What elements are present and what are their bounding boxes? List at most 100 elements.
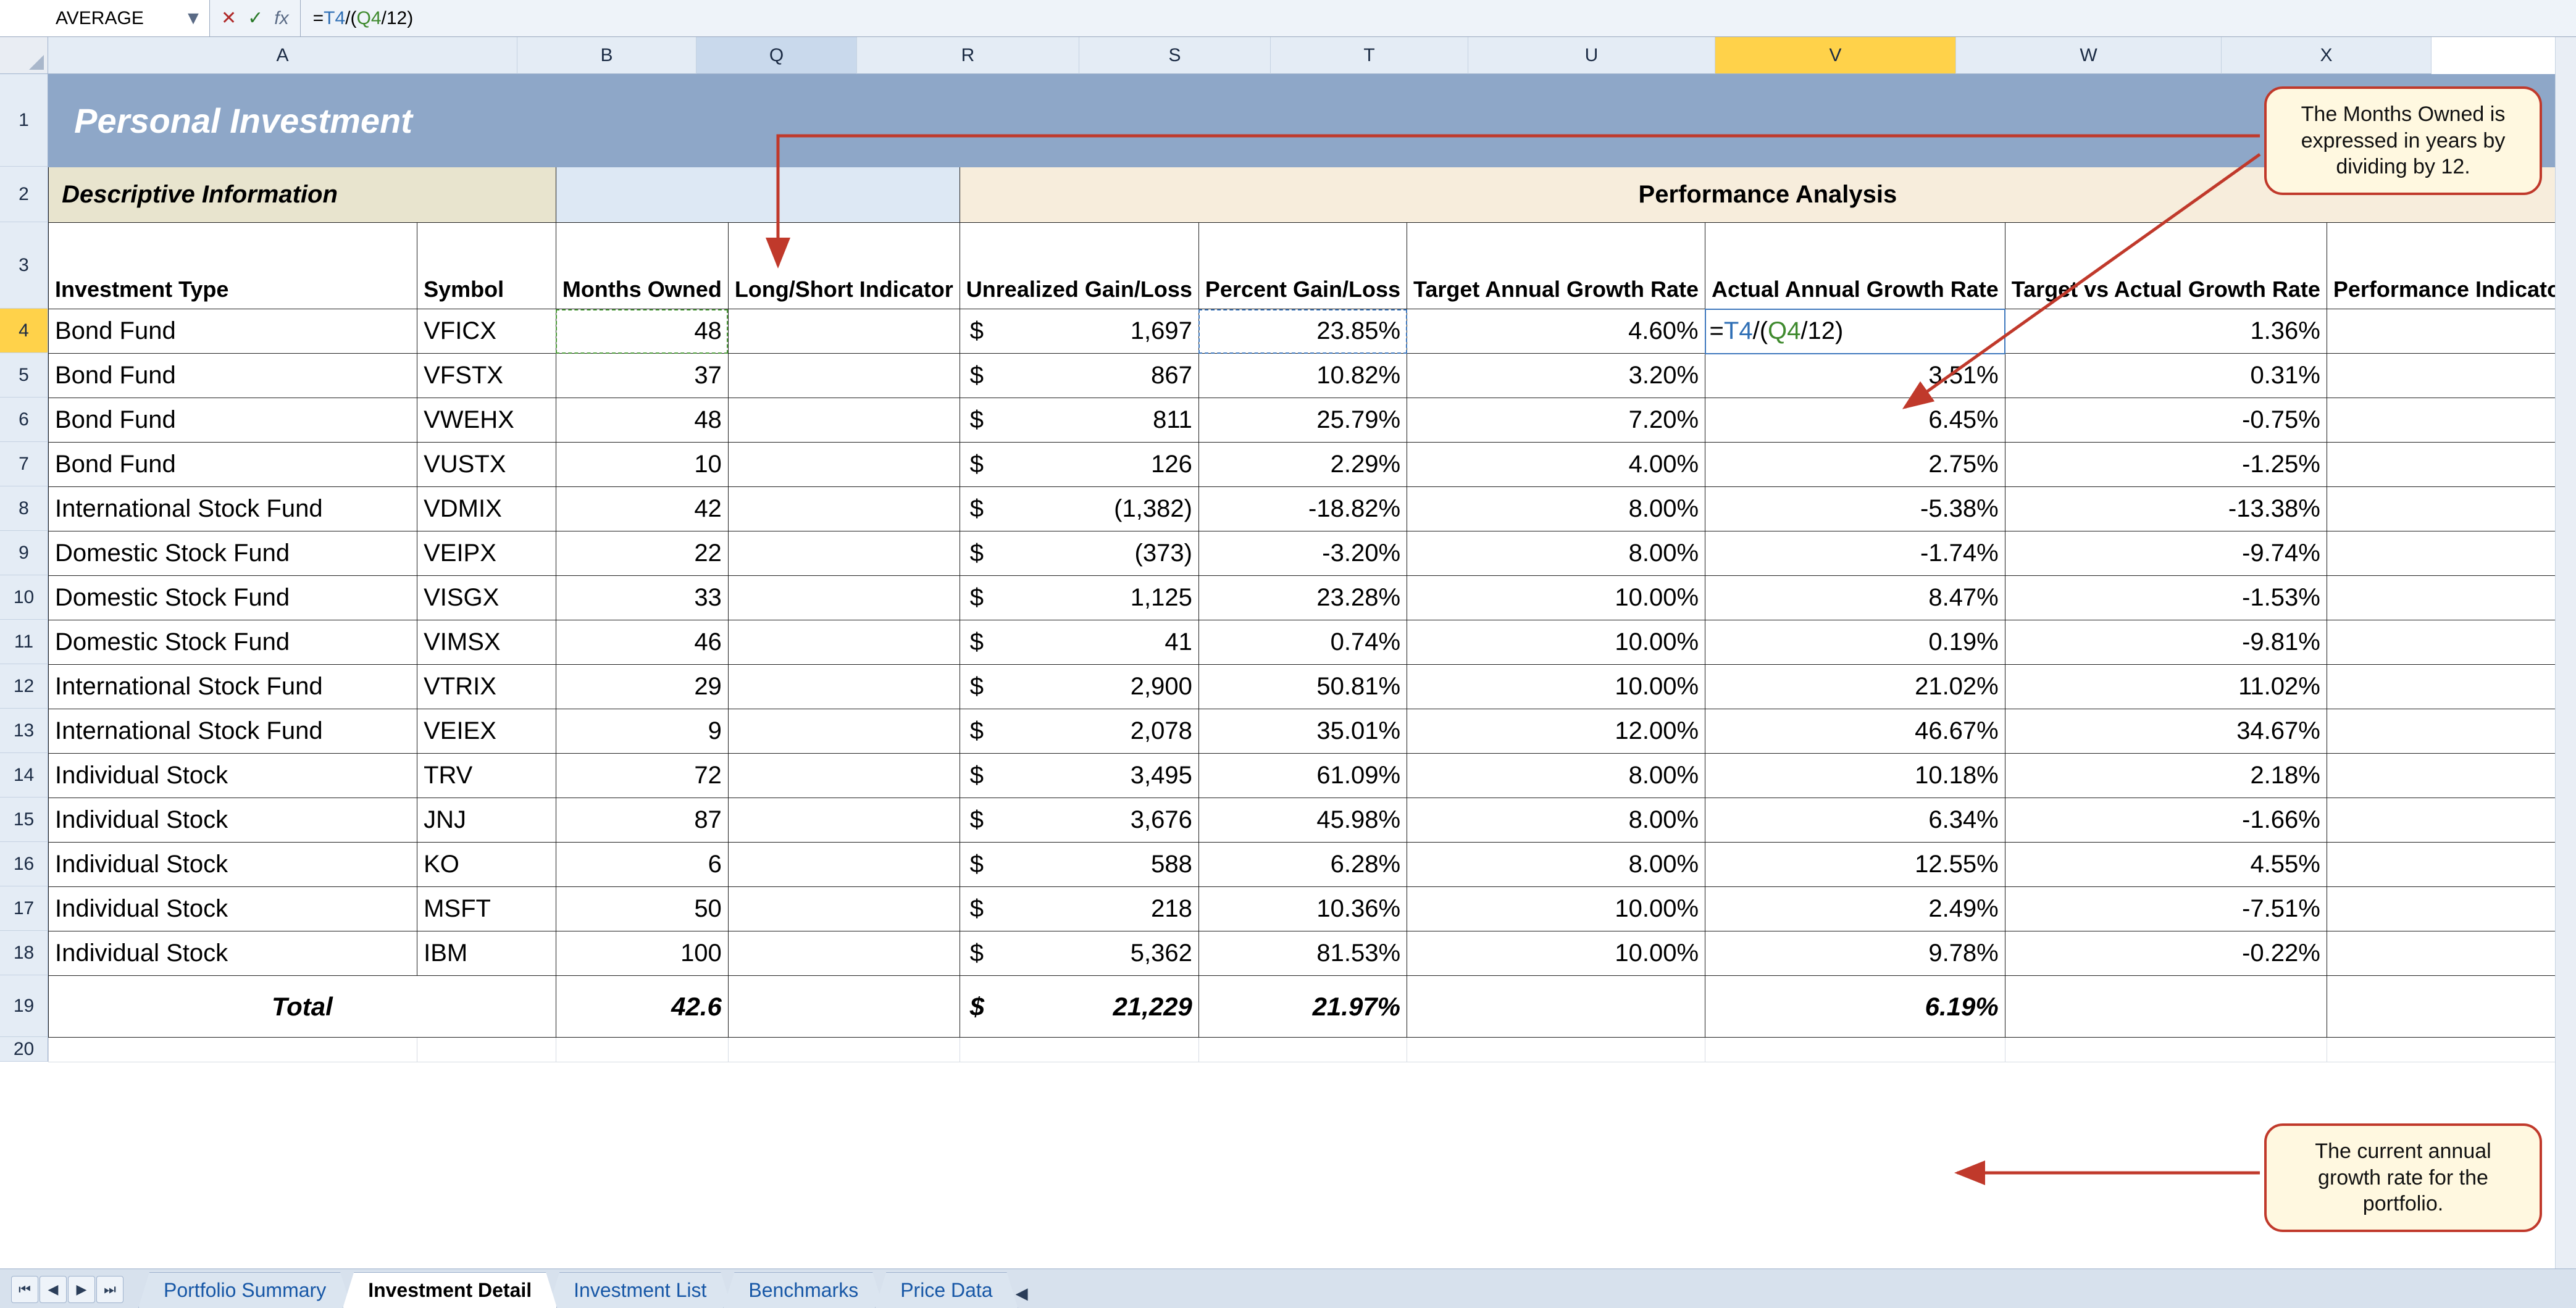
cell-R16[interactable]	[728, 843, 960, 887]
cell-V5[interactable]: 3.51%	[1705, 354, 2005, 398]
col-header-W[interactable]: W	[1956, 37, 2222, 74]
cell-U7[interactable]: 4.00%	[1407, 443, 1705, 487]
cell-V17[interactable]: 2.49%	[1705, 887, 2005, 931]
cell-V19[interactable]: 6.19%	[1705, 976, 2005, 1038]
cell-X14[interactable]	[2327, 754, 2575, 798]
cell-B15[interactable]: JNJ	[417, 798, 556, 843]
cell-B5[interactable]: VFSTX	[417, 354, 556, 398]
cell-S17[interactable]: $218	[960, 887, 1198, 931]
cell-V15[interactable]: 6.34%	[1705, 798, 2005, 843]
cell-S12[interactable]: $2,900	[960, 665, 1198, 709]
cell-U17[interactable]: 10.00%	[1407, 887, 1705, 931]
cell-T14[interactable]: 61.09%	[1198, 754, 1407, 798]
row-header-4[interactable]: 4	[0, 309, 48, 353]
cell-R7[interactable]	[728, 443, 960, 487]
cell-A7[interactable]: Bond Fund	[49, 443, 417, 487]
row-header-19[interactable]: 19	[0, 975, 48, 1037]
cell-T6[interactable]: 25.79%	[1198, 398, 1407, 443]
col-header-V[interactable]: V	[1715, 37, 1956, 74]
vertical-scrollbar[interactable]	[2555, 37, 2576, 1268]
tab-prev-icon[interactable]: ◀	[40, 1276, 67, 1303]
cell-r20c3[interactable]	[728, 1038, 960, 1062]
cell-B10[interactable]: VISGX	[417, 576, 556, 620]
title-cell[interactable]: Personal Investment	[49, 75, 556, 167]
cell-A17[interactable]: Individual Stock	[49, 887, 417, 931]
cell-W18[interactable]: -0.22%	[2005, 931, 2327, 976]
cell-S10[interactable]: $1,125	[960, 576, 1198, 620]
cell-S13[interactable]: $2,078	[960, 709, 1198, 754]
cell-B8[interactable]: VDMIX	[417, 487, 556, 531]
tab-benchmarks[interactable]: Benchmarks	[723, 1272, 884, 1308]
hdr-U[interactable]: Target Annual Growth Rate	[1407, 223, 1705, 309]
cell-W13[interactable]: 34.67%	[2005, 709, 2327, 754]
cell-Q5[interactable]: 37	[556, 354, 728, 398]
row-header-11[interactable]: 11	[0, 620, 48, 664]
cell-B7[interactable]: VUSTX	[417, 443, 556, 487]
cell-r20c8[interactable]	[2005, 1038, 2327, 1062]
cell-U6[interactable]: 7.20%	[1407, 398, 1705, 443]
cell-V11[interactable]: 0.19%	[1705, 620, 2005, 665]
cell-W11[interactable]: -9.81%	[2005, 620, 2327, 665]
cell-B4[interactable]: VFICX	[417, 309, 556, 354]
tab-price-data[interactable]: Price Data	[875, 1272, 1018, 1308]
cell-V7[interactable]: 2.75%	[1705, 443, 2005, 487]
cell-S19[interactable]: $21,229	[960, 976, 1198, 1038]
cell-Q13[interactable]: 9	[556, 709, 728, 754]
cell-A15[interactable]: Individual Stock	[49, 798, 417, 843]
cell-U19[interactable]	[1407, 976, 1705, 1038]
section-descriptive[interactable]: Descriptive Information	[49, 167, 556, 223]
cell-U9[interactable]: 8.00%	[1407, 531, 1705, 576]
cell-W4[interactable]: 1.36%	[2005, 309, 2327, 354]
cell-Q7[interactable]: 10	[556, 443, 728, 487]
cell-Q10[interactable]: 33	[556, 576, 728, 620]
cell-r20c5[interactable]	[1198, 1038, 1407, 1062]
cell-V16[interactable]: 12.55%	[1705, 843, 2005, 887]
cell-Q4[interactable]: 48	[556, 309, 728, 354]
cell-Q11[interactable]: 46	[556, 620, 728, 665]
tab-investment-list[interactable]: Investment List	[548, 1272, 732, 1308]
cell-A16[interactable]: Individual Stock	[49, 843, 417, 887]
col-header-B[interactable]: B	[517, 37, 696, 74]
cell-X11[interactable]	[2327, 620, 2575, 665]
cell-R12[interactable]	[728, 665, 960, 709]
hdr-X[interactable]: Performance Indicator	[2327, 223, 2575, 309]
name-box-dropdown-icon[interactable]: ▼	[185, 6, 202, 31]
cell-S9[interactable]: $(373)	[960, 531, 1198, 576]
tab-investment-detail[interactable]: Investment Detail	[343, 1272, 557, 1308]
cell-R15[interactable]	[728, 798, 960, 843]
cell-U8[interactable]: 8.00%	[1407, 487, 1705, 531]
row-header-7[interactable]: 7	[0, 442, 48, 486]
r1c4[interactable]	[960, 75, 1198, 167]
cell-U14[interactable]: 8.00%	[1407, 754, 1705, 798]
r1c6[interactable]	[1407, 75, 1705, 167]
col-header-R[interactable]: R	[857, 37, 1079, 74]
cell-A6[interactable]: Bond Fund	[49, 398, 417, 443]
cell-W8[interactable]: -13.38%	[2005, 487, 2327, 531]
cell-A13[interactable]: International Stock Fund	[49, 709, 417, 754]
cell-Q9[interactable]: 22	[556, 531, 728, 576]
cell-W14[interactable]: 2.18%	[2005, 754, 2327, 798]
row-header-12[interactable]: 12	[0, 664, 48, 709]
col-header-S[interactable]: S	[1079, 37, 1271, 74]
row-header-20[interactable]: 20	[0, 1037, 48, 1062]
cell-T7[interactable]: 2.29%	[1198, 443, 1407, 487]
cell-S4[interactable]: $1,697	[960, 309, 1198, 354]
cell-A9[interactable]: Domestic Stock Fund	[49, 531, 417, 576]
cell-X19[interactable]	[2327, 976, 2575, 1038]
cell-Q19[interactable]: 42.6	[556, 976, 728, 1038]
cell-V10[interactable]: 8.47%	[1705, 576, 2005, 620]
select-all-corner[interactable]	[0, 37, 48, 74]
cell-A5[interactable]: Bond Fund	[49, 354, 417, 398]
cell-R6[interactable]	[728, 398, 960, 443]
row-header-9[interactable]: 9	[0, 531, 48, 575]
cell-S11[interactable]: $41	[960, 620, 1198, 665]
name-box[interactable]: AVERAGE ▼	[0, 0, 210, 36]
cell-T15[interactable]: 45.98%	[1198, 798, 1407, 843]
cell-X5[interactable]	[2327, 354, 2575, 398]
cell-U12[interactable]: 10.00%	[1407, 665, 1705, 709]
cell-W9[interactable]: -9.74%	[2005, 531, 2327, 576]
cell-R9[interactable]	[728, 531, 960, 576]
cell-A8[interactable]: International Stock Fund	[49, 487, 417, 531]
cell-R5[interactable]	[728, 354, 960, 398]
cell-r20c9[interactable]	[2327, 1038, 2575, 1062]
